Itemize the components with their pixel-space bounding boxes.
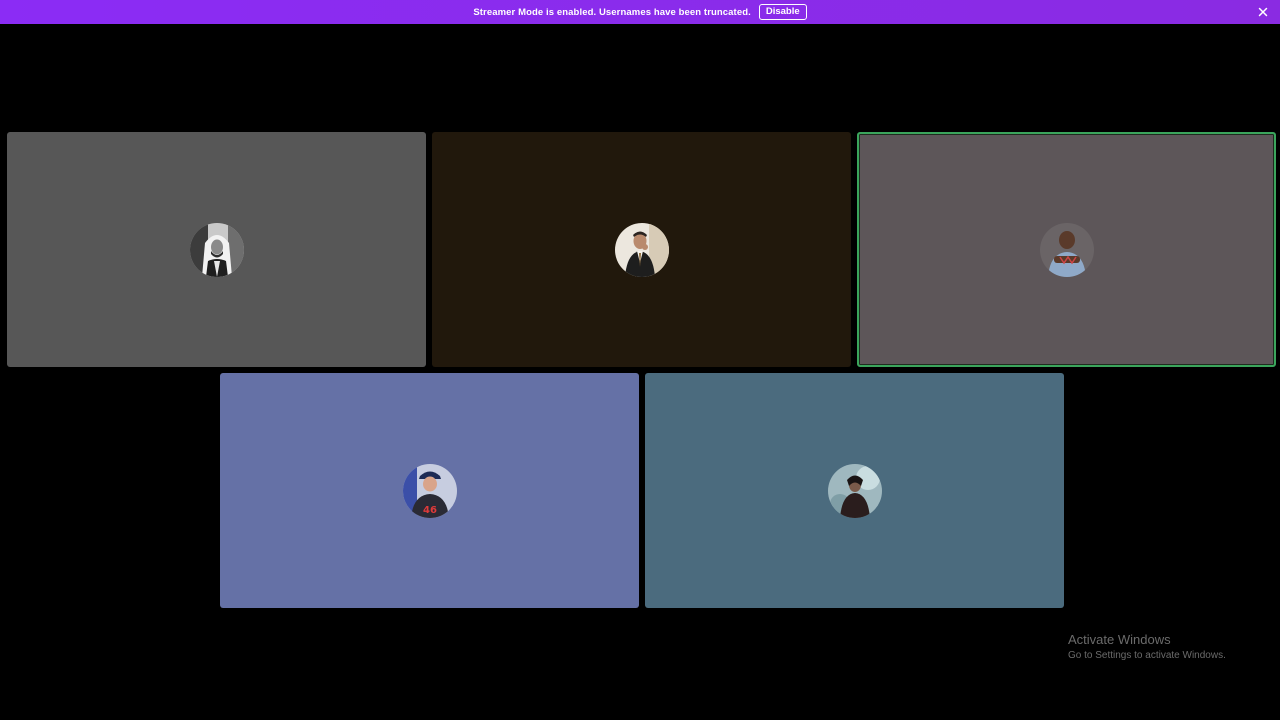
avatar-person-dark-cloak-icon — [827, 463, 882, 518]
disable-streamer-mode-button[interactable]: Disable — [758, 4, 807, 20]
watermark-title: Activate Windows — [1068, 632, 1171, 647]
participant-avatar — [1039, 222, 1094, 277]
participant-tile[interactable] — [645, 373, 1064, 608]
svg-text:46: 46 — [423, 505, 437, 516]
avatar-man-cap-jersey-icon: 46 — [402, 463, 457, 518]
participant-avatar: 46 — [402, 463, 457, 518]
participant-avatar — [614, 222, 669, 277]
avatar-man-white-headdress-icon — [189, 222, 244, 277]
participant-tile[interactable] — [432, 132, 851, 367]
participant-tile[interactable]: 46 — [220, 373, 639, 608]
participant-avatar — [189, 222, 244, 277]
windows-activation-watermark: Activate Windows Go to Settings to activ… — [1068, 632, 1226, 663]
participant-tile[interactable] — [7, 132, 426, 367]
voice-call-window: Streamer Mode is enabled. Usernames have… — [0, 0, 1280, 720]
close-icon[interactable] — [1256, 5, 1270, 19]
watermark-subtitle: Go to Settings to activate Windows. — [1068, 650, 1226, 661]
avatar-man-blue-shirt-icon — [1039, 222, 1094, 277]
streamer-mode-notice-bar: Streamer Mode is enabled. Usernames have… — [0, 0, 1280, 24]
streamer-mode-notice-text: Streamer Mode is enabled. Usernames have… — [473, 6, 751, 18]
participant-tile-speaking[interactable] — [857, 132, 1276, 367]
avatar-man-suit-icon — [614, 222, 669, 277]
participant-avatar — [827, 463, 882, 518]
